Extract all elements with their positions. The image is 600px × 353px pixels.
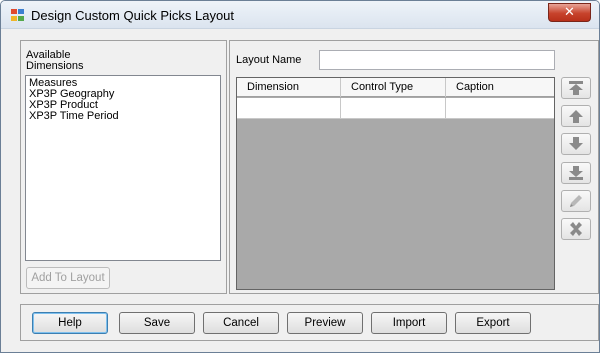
delete-icon (570, 222, 582, 236)
delete-button[interactable] (561, 218, 591, 240)
preview-button[interactable]: Preview (287, 312, 363, 334)
save-button[interactable]: Save (119, 312, 195, 334)
move-up-icon (569, 110, 583, 123)
title-bar[interactable]: Design Custom Quick Picks Layout ✕ (1, 1, 599, 29)
import-button[interactable]: Import (371, 312, 447, 334)
column-header-control-type[interactable]: Control Type (341, 78, 446, 97)
export-button[interactable]: Export (455, 312, 531, 334)
window-title: Design Custom Quick Picks Layout (31, 8, 235, 23)
available-dimensions-panel: Available Dimensions Measures XP3P Geogr… (20, 40, 227, 294)
table-row[interactable] (237, 98, 554, 119)
cancel-button[interactable]: Cancel (203, 312, 279, 334)
layout-name-label: Layout Name (236, 54, 302, 66)
dialog-client: Available Dimensions Measures XP3P Geogr… (8, 34, 599, 346)
close-icon: ✕ (564, 5, 575, 20)
list-item[interactable]: XP3P Time Period (26, 111, 220, 122)
button-bar: Help Save Cancel Preview Import Export (20, 304, 599, 341)
help-button[interactable]: Help (32, 312, 108, 334)
dialog-window: Design Custom Quick Picks Layout ✕ Avail… (0, 0, 600, 353)
grid-cell[interactable] (446, 98, 554, 119)
move-top-icon (569, 81, 583, 95)
grid-header: Dimension Control Type Caption (237, 78, 554, 97)
close-button[interactable]: ✕ (548, 3, 591, 22)
column-header-caption[interactable]: Caption (446, 78, 554, 97)
edit-icon (570, 195, 582, 207)
dimensions-list[interactable]: Measures XP3P Geography XP3P Product XP3… (25, 75, 221, 261)
grid-cell[interactable] (341, 98, 446, 119)
edit-button[interactable] (561, 190, 591, 212)
move-to-bottom-button[interactable] (561, 162, 591, 184)
move-down-icon (569, 137, 583, 150)
add-to-layout-button[interactable]: Add To Layout (26, 267, 110, 289)
available-dimensions-label: Available Dimensions (26, 49, 84, 72)
move-up-button[interactable] (561, 105, 591, 127)
layout-name-input[interactable] (319, 50, 555, 70)
column-header-dimension[interactable]: Dimension (237, 78, 341, 97)
move-to-top-button[interactable] (561, 77, 591, 99)
layout-grid[interactable]: Dimension Control Type Caption (236, 77, 555, 290)
app-icon (11, 9, 25, 22)
move-bottom-icon (569, 166, 583, 180)
move-down-button[interactable] (561, 133, 591, 155)
grid-cell[interactable] (237, 98, 341, 119)
layout-panel: Layout Name Dimension Control Type Capti… (229, 40, 599, 294)
